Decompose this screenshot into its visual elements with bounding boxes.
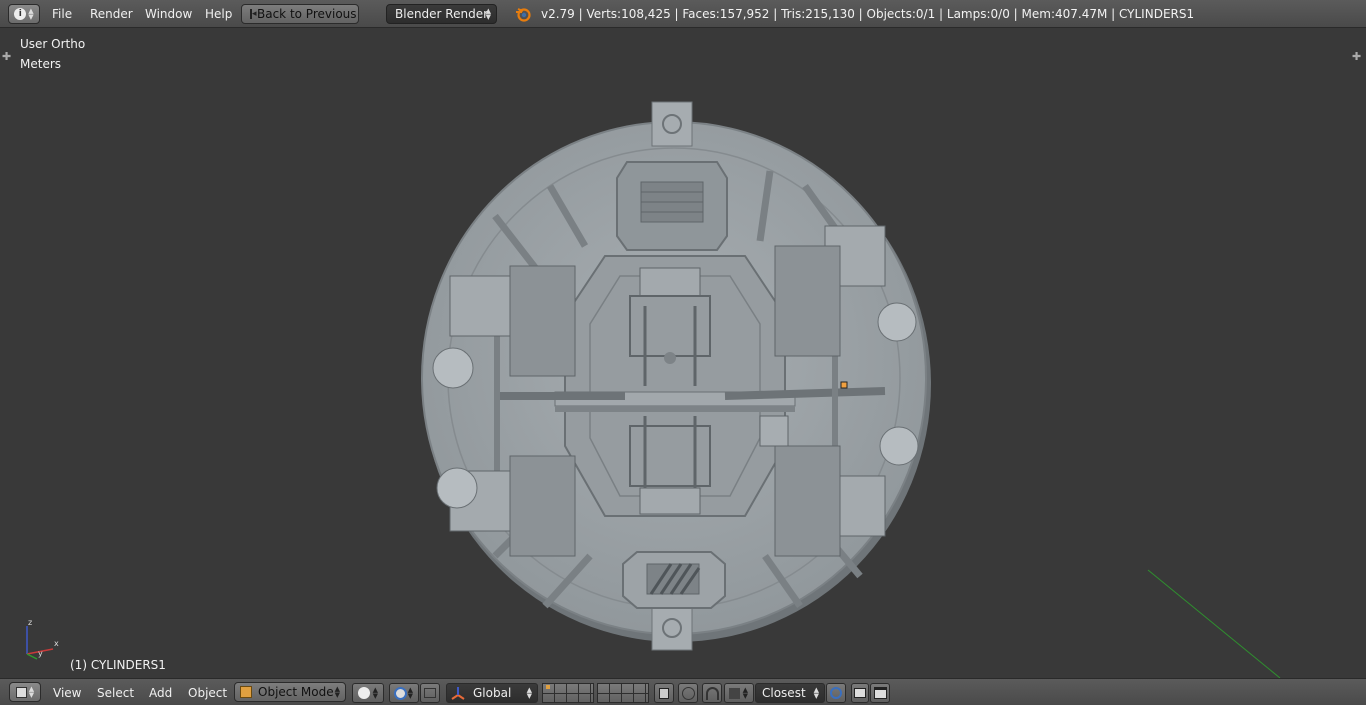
chevron-updown-icon: ▲ ▼ xyxy=(742,686,748,700)
scene-statistics: v2.79 | Verts:108,425 | Faces:157,952 | … xyxy=(541,7,1195,21)
menu-select[interactable]: Select xyxy=(97,686,134,700)
snap-target-dropdown[interactable]: Closest ▲ ▼ xyxy=(755,683,825,703)
snap-toggle[interactable] xyxy=(702,683,722,703)
menu-render[interactable]: Render xyxy=(90,7,133,21)
menu-help[interactable]: Help xyxy=(205,7,232,21)
camera-icon xyxy=(854,688,866,698)
orientation-label: Global xyxy=(473,686,512,700)
interaction-mode-label: Object Mode xyxy=(258,685,334,699)
axis-y-label: y xyxy=(38,649,43,658)
layer-lock-icon xyxy=(659,688,669,699)
orientation-icon xyxy=(451,686,465,703)
snap-align-rotation-toggle[interactable] xyxy=(826,683,846,703)
info-header: i ▲ ▼ File Render Window Help ◂ Back to P… xyxy=(0,0,1366,28)
magnet-icon xyxy=(706,687,719,700)
axis-x-label: x xyxy=(54,639,59,648)
unit-system: Meters xyxy=(20,57,62,71)
active-layer-indicator xyxy=(546,685,550,689)
manipulator-icon xyxy=(424,688,436,698)
active-object-label: (1) CYLINDERS1 xyxy=(70,658,166,672)
grid-x-axis-line xyxy=(1147,569,1281,678)
snap-element-icon xyxy=(729,688,740,699)
proportional-edit-icon xyxy=(682,687,695,700)
render-still-button[interactable] xyxy=(851,683,869,703)
chevron-updown-icon: ▲ ▼ xyxy=(813,686,819,700)
editor-type-selector[interactable]: ▲ ▼ xyxy=(9,682,41,702)
chevron-updown-icon: ▲ ▼ xyxy=(407,686,413,700)
viewport-shading-dropdown[interactable]: ▲ ▼ xyxy=(352,683,384,703)
render-animation-button[interactable] xyxy=(870,683,890,703)
menu-file[interactable]: File xyxy=(52,7,72,21)
toolshelf-toggle-icon[interactable]: ✚ xyxy=(2,50,14,63)
pivot-point-dropdown[interactable]: ▲ ▼ xyxy=(389,683,419,703)
menu-object[interactable]: Object xyxy=(188,686,227,700)
3d-view-header: ▲ ▼ View Select Add Object Object Mode ▲ ▼… xyxy=(0,678,1366,705)
chevron-updown-icon: ▲ ▼ xyxy=(372,686,378,700)
view-name: User Ortho xyxy=(20,37,86,51)
properties-toggle-icon[interactable]: ✚ xyxy=(1352,50,1364,63)
3d-viewport[interactable]: User Ortho Meters ✚ ✚ z x y (1) CYLINDER… xyxy=(0,28,1366,678)
blender-logo-icon xyxy=(515,6,531,22)
chevron-updown-icon: ▲ ▼ xyxy=(526,686,532,700)
layer-buttons-group-2[interactable] xyxy=(597,683,649,703)
chevron-updown-icon: ▲ ▼ xyxy=(28,685,35,699)
snap-element-dropdown[interactable]: ▲ ▼ xyxy=(724,683,754,703)
transform-orientation-dropdown[interactable]: Global ▲ ▼ xyxy=(446,683,538,703)
back-to-previous-button[interactable]: ◂ Back to Previous xyxy=(241,4,359,24)
snap-target-label: Closest xyxy=(762,686,806,700)
menu-window[interactable]: Window xyxy=(145,7,192,21)
editor-type-selector[interactable]: i ▲ ▼ xyxy=(8,4,40,24)
cylinders-model[interactable] xyxy=(415,96,945,661)
axis-z-label: z xyxy=(28,618,33,627)
lock-layers-toggle[interactable] xyxy=(654,683,674,703)
chevron-updown-icon: ▲ ▼ xyxy=(28,7,34,21)
chevron-updown-icon: ▲ ▼ xyxy=(485,7,491,21)
align-rotation-icon xyxy=(830,687,842,699)
solid-shading-icon xyxy=(358,687,370,699)
chevron-updown-icon: ▲ ▼ xyxy=(334,685,340,699)
render-engine-dropdown[interactable]: Blender Render ▲ ▼ xyxy=(386,4,497,24)
info-icon: i xyxy=(14,8,27,20)
back-to-previous-label: Back to Previous xyxy=(257,7,357,21)
menu-view[interactable]: View xyxy=(53,686,81,700)
clapperboard-icon xyxy=(874,687,887,699)
manipulator-toggle[interactable] xyxy=(420,683,440,703)
object-mode-icon xyxy=(240,686,252,698)
interaction-mode-dropdown[interactable]: Object Mode ▲ ▼ xyxy=(234,682,346,702)
menu-add[interactable]: Add xyxy=(149,686,172,700)
pivot-icon xyxy=(394,687,407,700)
cube-icon xyxy=(15,686,27,698)
proportional-edit-toggle[interactable] xyxy=(678,683,698,703)
back-icon: ◂ xyxy=(250,9,257,19)
render-engine-label: Blender Render xyxy=(395,7,489,21)
